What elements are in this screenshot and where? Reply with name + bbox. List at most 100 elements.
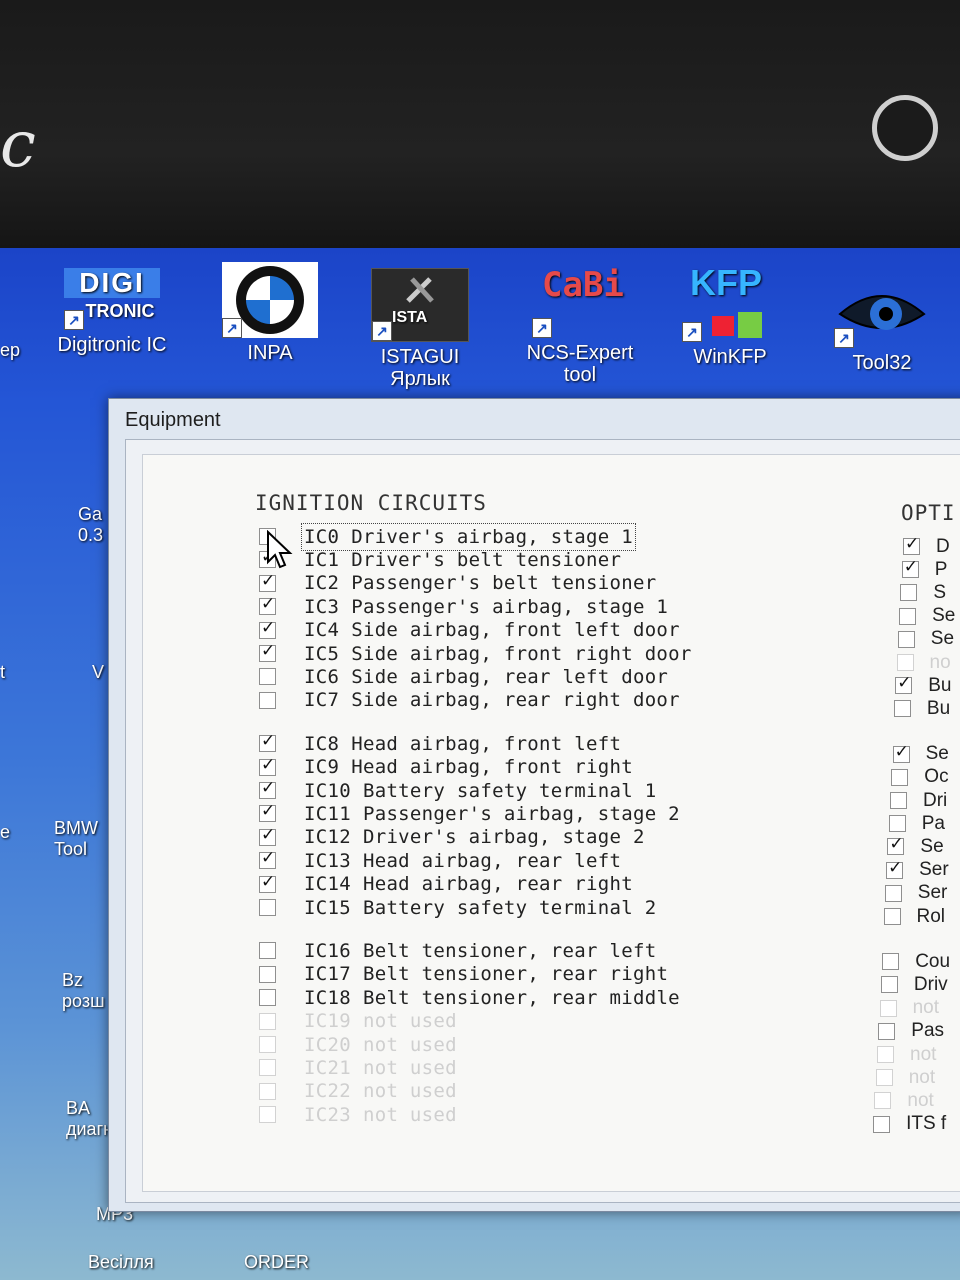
ignition-circuit-row[interactable]: IC3Passenger's airbag, stage 1 — [259, 594, 668, 618]
ignition-circuit-checkbox[interactable] — [259, 1036, 276, 1053]
option-checkbox[interactable] — [897, 630, 915, 648]
option-row[interactable]: not — [877, 1043, 936, 1066]
ignition-circuit-row[interactable]: IC19 not used — [259, 1010, 457, 1033]
option-checkbox[interactable] — [874, 1092, 892, 1110]
ignition-circuit-row[interactable]: IC0 Driver's airbag, stage 1 — [259, 522, 636, 551]
desktop-icon-winkfp[interactable]: KFP ↗ WinKFP — [670, 265, 790, 368]
ignition-circuit-row[interactable]: IC6 Side airbag, rear left door — [259, 665, 668, 688]
ignition-circuit-row[interactable]: IC14Head airbag, rear right — [259, 872, 633, 896]
ignition-circuit-row[interactable]: IC5Side airbag, front right door — [259, 641, 692, 665]
option-checkbox[interactable] — [896, 654, 914, 671]
desktop-icon-partial-t[interactable]: t — [0, 662, 5, 683]
ignition-circuit-checkbox[interactable] — [259, 755, 276, 776]
option-row[interactable]: Pa — [888, 812, 945, 835]
option-checkbox[interactable] — [875, 1069, 893, 1087]
option-row[interactable]: Driv — [880, 973, 948, 996]
ignition-circuit-row[interactable]: IC7 Side airbag, rear right door — [259, 689, 680, 712]
option-checkbox[interactable] — [899, 607, 917, 625]
option-row[interactable]: not — [875, 1066, 935, 1089]
ignition-circuit-checkbox[interactable] — [259, 801, 276, 823]
ignition-circuit-row[interactable]: IC4Side airbag, front left door — [259, 618, 680, 642]
option-row[interactable]: Bu — [895, 673, 951, 697]
option-checkbox[interactable] — [884, 884, 902, 902]
ignition-circuit-checkbox[interactable] — [259, 825, 276, 846]
option-row[interactable]: Se — [887, 834, 944, 858]
desktop-icon-ba-diagn[interactable]: BA диагн — [66, 1098, 113, 1140]
ignition-circuit-checkbox[interactable] — [259, 668, 276, 686]
option-row[interactable]: S — [900, 581, 946, 604]
ignition-circuit-checkbox[interactable] — [259, 571, 276, 592]
option-checkbox[interactable] — [880, 976, 898, 994]
ignition-circuit-checkbox[interactable] — [259, 731, 276, 753]
desktop-icon-ncs-expert[interactable]: CaBi ↗ NCS-Expert tool — [512, 268, 648, 386]
option-checkbox[interactable] — [890, 792, 907, 809]
option-row[interactable]: P — [901, 557, 947, 581]
ignition-circuit-row[interactable]: IC21 not used — [259, 1056, 457, 1079]
ignition-circuit-checkbox[interactable] — [259, 778, 276, 799]
ignition-circuit-checkbox[interactable] — [259, 989, 276, 1007]
ignition-circuit-checkbox[interactable] — [259, 848, 276, 870]
desktop-icon-partial-e[interactable]: e — [0, 822, 10, 843]
ignition-circuit-checkbox[interactable] — [259, 691, 276, 709]
power-button[interactable] — [872, 95, 938, 161]
desktop-icon-bmw-tool[interactable]: BMW Tool — [54, 818, 98, 860]
option-row[interactable]: Pas — [878, 1020, 944, 1043]
ignition-circuit-row[interactable]: IC17 Belt tensioner, rear right — [259, 963, 668, 986]
option-row[interactable]: Bu — [893, 697, 950, 720]
option-checkbox[interactable] — [886, 858, 904, 879]
option-row[interactable]: Se — [892, 742, 949, 766]
ignition-circuit-checkbox[interactable] — [259, 1059, 276, 1077]
ignition-circuit-checkbox[interactable] — [259, 942, 276, 960]
desktop-icon-order[interactable]: ORDER — [244, 1252, 309, 1273]
ignition-circuit-row[interactable]: IC23 not used — [259, 1103, 457, 1126]
option-checkbox[interactable] — [903, 534, 920, 555]
option-checkbox[interactable] — [895, 673, 913, 695]
ignition-circuit-checkbox[interactable] — [259, 1082, 276, 1100]
ignition-circuit-row[interactable]: IC9Head airbag, front right — [259, 755, 633, 779]
option-row[interactable]: Dri — [890, 789, 947, 812]
option-row[interactable]: Ser — [884, 882, 947, 905]
option-checkbox[interactable] — [877, 1046, 894, 1063]
option-row[interactable]: Oc — [891, 766, 949, 789]
option-checkbox[interactable] — [888, 815, 906, 833]
ignition-circuit-row[interactable]: IC1Driver's belt tensioner — [259, 547, 621, 571]
option-checkbox[interactable] — [879, 999, 897, 1017]
option-checkbox[interactable] — [887, 834, 905, 856]
option-row[interactable]: Se — [897, 628, 954, 651]
option-row[interactable]: Ser — [886, 858, 949, 882]
desktop-icon-vesillya[interactable]: Весілля — [88, 1252, 154, 1273]
ignition-circuit-checkbox[interactable] — [259, 872, 276, 893]
desktop-icon-digitronic[interactable]: DIGI TRONIC ↗ Digitronic IC — [42, 266, 182, 357]
option-checkbox[interactable] — [878, 1022, 896, 1040]
option-checkbox[interactable] — [883, 908, 901, 925]
ignition-circuit-row[interactable]: IC11Passenger's airbag, stage 2 — [259, 801, 680, 825]
desktop-icon-istagui[interactable]: ISTA ↗ ISTAGUI Ярлык — [360, 268, 480, 390]
option-checkbox[interactable] — [893, 700, 911, 718]
option-row[interactable]: not — [879, 997, 939, 1020]
ignition-circuit-row[interactable]: IC10Battery safety terminal 1 — [259, 778, 656, 802]
ignition-circuit-row[interactable]: IC12Driver's airbag, stage 2 — [259, 825, 645, 849]
ignition-circuit-checkbox[interactable] — [259, 594, 276, 616]
option-checkbox[interactable] — [901, 557, 919, 579]
desktop-icon-partial-label[interactable]: ep — [0, 340, 20, 361]
option-row[interactable]: Cou — [882, 950, 950, 973]
option-row[interactable]: Se — [899, 605, 955, 628]
option-row[interactable]: D — [903, 534, 950, 558]
ignition-circuit-row[interactable]: IC15 Battery safety terminal 2 — [259, 896, 656, 919]
option-row[interactable]: not — [874, 1089, 934, 1112]
ignition-circuit-row[interactable]: IC13Head airbag, rear left — [259, 848, 621, 872]
desktop-icon-tool32[interactable]: ↗ Tool32 — [822, 276, 942, 374]
desktop-icon-ga[interactable]: Ga 0.3 — [78, 504, 103, 546]
option-checkbox[interactable] — [882, 953, 900, 971]
desktop-icon-rozsh[interactable]: Bz розш — [62, 970, 105, 1012]
desktop-icon-inpa[interactable]: ↗ INPA — [210, 262, 330, 364]
ignition-circuit-checkbox[interactable] — [259, 1106, 276, 1124]
option-checkbox[interactable] — [900, 584, 918, 602]
option-row[interactable]: no — [896, 651, 951, 674]
ignition-circuit-row[interactable]: IC16 Belt tensioner, rear left — [259, 939, 656, 962]
option-checkbox[interactable] — [873, 1115, 891, 1133]
ignition-circuit-checkbox[interactable] — [259, 1012, 276, 1030]
ignition-circuit-row[interactable]: IC8Head airbag, front left — [259, 731, 621, 755]
ignition-circuit-checkbox[interactable] — [259, 641, 276, 662]
ignition-circuit-checkbox[interactable] — [259, 899, 276, 916]
